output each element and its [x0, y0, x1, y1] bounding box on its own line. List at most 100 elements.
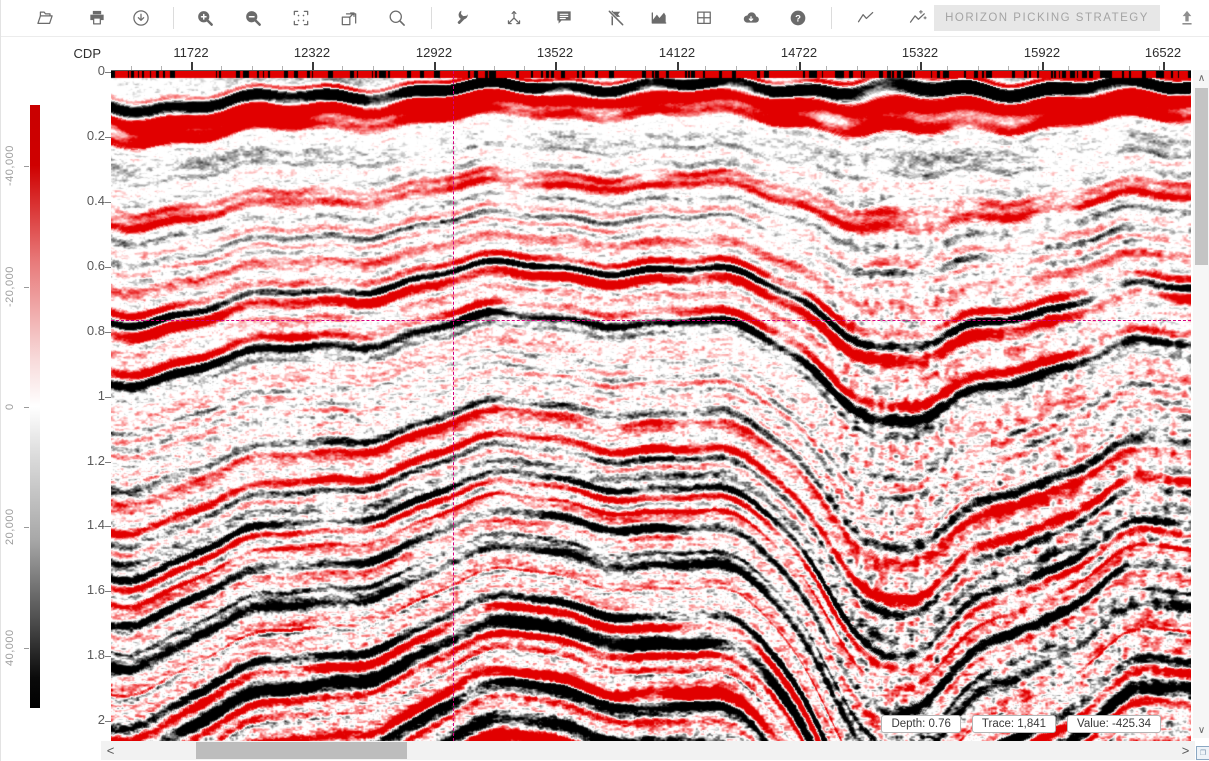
- upload-icon[interactable]: [1177, 8, 1197, 28]
- cdp-minor-tick: [705, 66, 706, 70]
- cdp-minor-tick: [887, 66, 888, 70]
- svg-text:?: ?: [795, 13, 801, 24]
- cdp-major-tick: [555, 62, 557, 70]
- cdp-minor-tick: [645, 66, 646, 70]
- zoom-in-icon[interactable]: [195, 8, 215, 28]
- cdp-minor-tick: [524, 66, 525, 70]
- cdp-minor-tick: [1099, 66, 1100, 70]
- cdp-minor-tick: [1068, 66, 1069, 70]
- move-axes-icon[interactable]: [504, 8, 524, 28]
- cloud-download-icon[interactable]: [741, 8, 761, 28]
- time-tick-label: 0.4: [59, 193, 105, 208]
- help-icon[interactable]: ?: [788, 8, 808, 28]
- colorbar-tick: [24, 407, 29, 408]
- print-icon[interactable]: [87, 8, 107, 28]
- cdp-tick-label: 14122: [637, 45, 717, 60]
- cdp-minor-tick: [373, 66, 374, 70]
- cdp-major-tick: [1042, 62, 1044, 70]
- colorbar-tick-label: 40,000: [2, 616, 18, 680]
- scroll-left-arrow[interactable]: <: [101, 741, 120, 760]
- cdp-minor-tick: [131, 66, 132, 70]
- cdp-minor-tick: [826, 66, 827, 70]
- seismic-image[interactable]: [111, 71, 1191, 741]
- cdp-minor-tick: [342, 66, 343, 70]
- colorbar-tick-label: -40,000: [2, 134, 18, 198]
- annotations-icon[interactable]: [554, 8, 574, 28]
- time-tick: [105, 332, 111, 333]
- cdp-minor-tick: [221, 66, 222, 70]
- colorbar-tick: [24, 648, 29, 649]
- cdp-tick-label: 15922: [1002, 45, 1082, 60]
- time-tick: [105, 72, 111, 73]
- colorbar-tick: [24, 166, 29, 167]
- time-tick: [105, 656, 111, 657]
- time-tick-label: 0.2: [59, 128, 105, 143]
- toolbar-divider: [431, 7, 432, 29]
- cdp-minor-tick: [615, 66, 616, 70]
- time-tick: [105, 526, 111, 527]
- value-readout: Value: -425.34: [1067, 715, 1161, 733]
- download-icon[interactable]: [131, 8, 151, 28]
- cdp-minor-tick: [252, 66, 253, 70]
- cursor-readouts: Depth: 0.76 Trace: 1,841 Value: -425.34: [881, 715, 1161, 733]
- seismic-viewer-window: ? HORIZON PICKING STRATEGY CDP Depth: 0.…: [0, 0, 1209, 761]
- time-tick-label: 0.6: [59, 258, 105, 273]
- cdp-minor-tick: [1038, 66, 1039, 70]
- cdp-minor-tick: [494, 66, 495, 70]
- cdp-tick-label: 11722: [151, 45, 231, 60]
- time-tick: [105, 591, 111, 592]
- cdp-major-tick: [799, 62, 801, 70]
- amplitude-colorbar: [30, 105, 40, 708]
- scroll-right-arrow[interactable]: >: [1176, 741, 1195, 760]
- cdp-minor-tick: [282, 66, 283, 70]
- time-tick-label: 1.8: [59, 647, 105, 662]
- pan-expand-icon[interactable]: [339, 8, 359, 28]
- fit-to-screen-icon[interactable]: [291, 8, 311, 28]
- time-tick-label: 1.6: [59, 582, 105, 597]
- cdp-minor-tick: [1129, 66, 1130, 70]
- time-tick: [105, 202, 111, 203]
- cdp-minor-tick: [857, 66, 858, 70]
- zoom-out-icon[interactable]: [243, 8, 263, 28]
- scroll-up-arrow[interactable]: ∧: [1193, 70, 1209, 86]
- cdp-minor-tick: [584, 66, 585, 70]
- resize-corner-widget[interactable]: ❐: [1196, 746, 1209, 760]
- auto-horizon-polyline-icon[interactable]: [908, 8, 928, 28]
- time-tick: [105, 721, 111, 722]
- time-tick-label: 0.8: [59, 323, 105, 338]
- colorbar-tick-label: 0: [2, 375, 18, 439]
- colorbar-tick: [24, 527, 29, 528]
- time-tick-label: 1.2: [59, 453, 105, 468]
- cdp-tick-label: 12322: [272, 45, 352, 60]
- vertical-scrollbar-thumb[interactable]: [1195, 88, 1208, 265]
- cdp-major-tick: [677, 62, 679, 70]
- tools-wrench-icon[interactable]: [451, 8, 471, 28]
- cdp-minor-tick: [917, 66, 918, 70]
- time-tick: [105, 462, 111, 463]
- cdp-tick-label: 13522: [515, 45, 595, 60]
- open-file-icon[interactable]: [35, 8, 55, 28]
- cdp-minor-tick: [947, 66, 948, 70]
- horizon-polyline-icon[interactable]: [856, 8, 876, 28]
- search-icon[interactable]: [387, 8, 407, 28]
- flag-off-icon[interactable]: [606, 8, 626, 28]
- time-tick: [105, 267, 111, 268]
- depth-readout: Depth: 0.76: [881, 715, 960, 733]
- cdp-minor-tick: [403, 66, 404, 70]
- cdp-minor-tick: [736, 66, 737, 70]
- toolbar-divider: [831, 7, 832, 29]
- seismic-section-canvas-area[interactable]: Depth: 0.76 Trace: 1,841 Value: -425.34: [111, 71, 1191, 741]
- table-icon[interactable]: [694, 8, 714, 28]
- cdp-major-tick: [1163, 62, 1165, 70]
- time-tick: [105, 137, 111, 138]
- spectrum-chart-icon[interactable]: [649, 8, 669, 28]
- colorbar-tick-label: 20,000: [2, 495, 18, 559]
- toolbar-divider: [173, 7, 174, 29]
- time-tick-label: 1.4: [59, 517, 105, 532]
- horizon-picking-strategy-button[interactable]: HORIZON PICKING STRATEGY: [934, 5, 1160, 31]
- cdp-minor-tick: [978, 66, 979, 70]
- horizontal-scrollbar-thumb[interactable]: [196, 742, 407, 759]
- cdp-tick-label: 16522: [1123, 45, 1203, 60]
- trace-readout: Trace: 1,841: [972, 715, 1056, 733]
- scroll-down-arrow[interactable]: ∨: [1193, 722, 1209, 738]
